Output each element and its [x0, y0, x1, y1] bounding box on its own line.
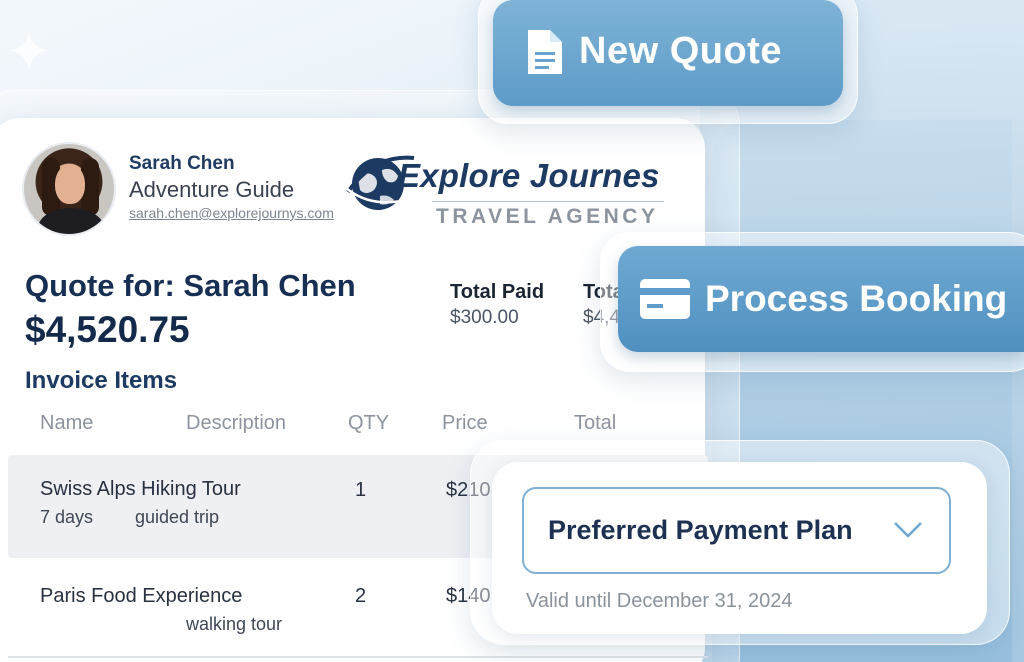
column-header-description: Description — [186, 412, 287, 434]
credit-card-icon — [640, 279, 690, 319]
agent-name: Sarah Chen — [129, 153, 235, 174]
avatar — [22, 142, 116, 236]
brand-subtitle: TRAVEL AGENCY — [436, 205, 659, 228]
chevron-down-icon — [894, 522, 922, 538]
brand-title: Explore Journes — [398, 157, 660, 194]
quote-amount: $4,520.75 — [25, 309, 190, 350]
process-booking-button[interactable]: Process Booking — [618, 246, 1024, 352]
new-quote-button[interactable]: New Quote — [493, 0, 843, 106]
document-icon — [528, 30, 562, 74]
total-paid-label: Total Paid — [450, 281, 545, 303]
invoice-items-heading: Invoice Items — [25, 367, 178, 394]
brand-divider — [432, 201, 664, 202]
agent-email-link[interactable]: sarah.chen@explorejournys.com — [129, 205, 334, 221]
sparkle-icon: ✦ — [5, 20, 53, 85]
row-item-duration: 7 days — [40, 507, 94, 527]
payment-plan-selected: Preferred Payment Plan — [548, 515, 853, 545]
row-item-description: walking tour — [186, 614, 283, 634]
new-quote-label: New Quote — [579, 30, 782, 72]
column-header-total: Total — [574, 412, 617, 434]
column-header-price: Price — [442, 412, 488, 434]
column-header-qty: QTY — [348, 412, 390, 434]
payment-plan-select[interactable]: Preferred Payment Plan — [522, 487, 951, 574]
quote-title: Quote for: Sarah Chen — [25, 268, 356, 303]
agent-role: Adventure Guide — [129, 177, 295, 202]
row-item-name: Paris Food Experience — [40, 585, 243, 607]
row-divider — [8, 656, 708, 658]
total-paid-value: $300.00 — [450, 307, 519, 328]
row-item-qty: 2 — [355, 585, 367, 607]
row-item-qty: 1 — [355, 479, 367, 501]
row-item-description: guided trip — [135, 507, 220, 527]
process-booking-label: Process Booking — [705, 278, 1008, 319]
row-item-name: Swiss Alps Hiking Tour — [40, 478, 241, 500]
valid-until-text: Valid until December 31, 2024 — [526, 590, 793, 612]
column-header-name: Name — [40, 412, 94, 434]
